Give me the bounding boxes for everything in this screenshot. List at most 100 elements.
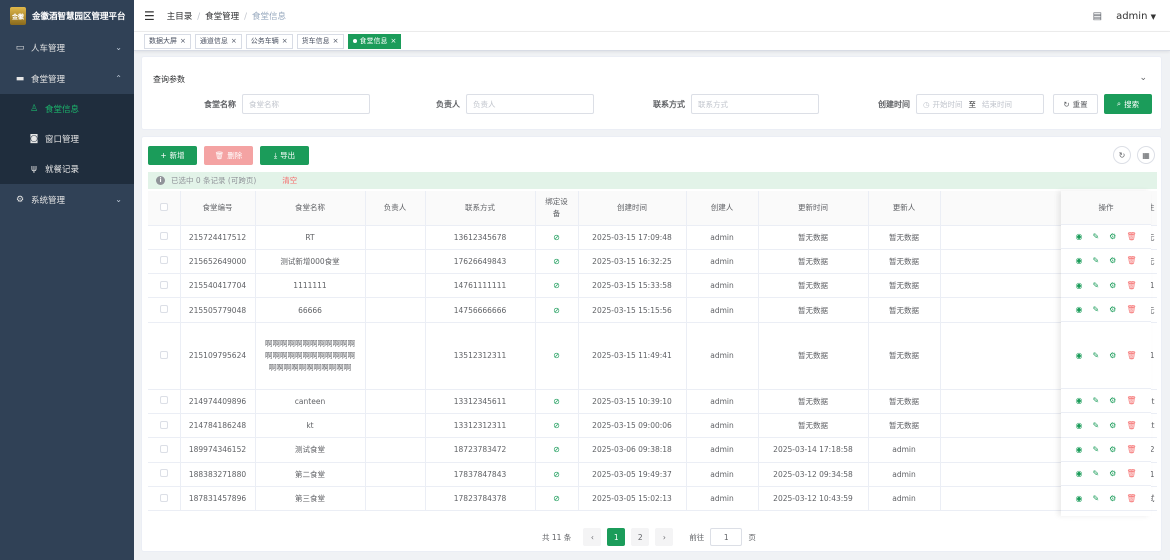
- link-icon[interactable]: ⊘: [553, 306, 560, 315]
- close-icon[interactable]: ×: [391, 37, 397, 45]
- sidebar-item-people-vehicle[interactable]: ▭ 人车管理 ⌄: [0, 32, 134, 63]
- eye-icon[interactable]: ◉: [1075, 232, 1082, 241]
- settings-icon[interactable]: ⚙: [1109, 396, 1116, 405]
- trash-icon[interactable]: 🗑: [1126, 351, 1136, 360]
- clear-selection-link[interactable]: 清空: [282, 175, 297, 186]
- chevron-down-icon[interactable]: ⌄: [1139, 73, 1147, 83]
- edit-icon[interactable]: ✎: [1092, 256, 1099, 265]
- row-checkbox[interactable]: [159, 350, 168, 359]
- tag-truck[interactable]: 货车信息 ×: [296, 33, 344, 49]
- trash-icon[interactable]: 🗑: [1126, 494, 1136, 503]
- row-checkbox[interactable]: [159, 469, 168, 478]
- close-icon[interactable]: ×: [231, 37, 237, 45]
- close-icon[interactable]: ×: [180, 37, 186, 45]
- eye-icon[interactable]: ◉: [1075, 351, 1082, 360]
- row-checkbox[interactable]: [159, 280, 168, 289]
- breadcrumb-canteen[interactable]: 食堂管理: [205, 12, 239, 22]
- settings-icon[interactable]: ⚙: [1109, 256, 1116, 265]
- row-checkbox[interactable]: [159, 420, 168, 429]
- sidebar-item-dining-record[interactable]: ψ 就餐记录: [0, 154, 134, 184]
- trash-icon[interactable]: 🗑: [1126, 421, 1136, 430]
- settings-icon[interactable]: ⚙: [1109, 421, 1116, 430]
- eye-icon[interactable]: ◉: [1075, 256, 1082, 265]
- edit-icon[interactable]: ✎: [1092, 421, 1099, 430]
- page-1-button[interactable]: 1: [607, 528, 626, 546]
- tag-canteen-info[interactable]: 食堂信息 ×: [347, 33, 402, 49]
- link-icon[interactable]: ⊘: [553, 281, 560, 290]
- eye-icon[interactable]: ◉: [1075, 281, 1082, 290]
- delete-button[interactable]: 🗑 删除: [204, 146, 253, 165]
- sidebar-item-window[interactable]: ◙ 窗口管理: [0, 124, 134, 154]
- trash-icon[interactable]: 🗑: [1126, 469, 1136, 478]
- row-checkbox[interactable]: [159, 493, 168, 502]
- row-checkbox[interactable]: [159, 305, 168, 314]
- refresh-table-button[interactable]: ↻: [1113, 146, 1131, 164]
- tag-official-vehicle[interactable]: 公务车辆 ×: [245, 33, 293, 49]
- link-icon[interactable]: ⊘: [553, 445, 560, 454]
- date-range-input[interactable]: ◷ 开始时间 至 结束时间: [916, 94, 1044, 114]
- link-icon[interactable]: ⊘: [553, 470, 560, 479]
- settings-icon[interactable]: ⚙: [1109, 494, 1116, 503]
- settings-icon[interactable]: ⚙: [1109, 351, 1116, 360]
- trash-icon[interactable]: 🗑: [1126, 281, 1136, 290]
- export-button[interactable]: ⤓ 导出: [260, 146, 309, 165]
- settings-icon[interactable]: ⚙: [1109, 232, 1116, 241]
- add-button[interactable]: + 新增: [148, 146, 197, 165]
- row-checkbox[interactable]: [159, 444, 168, 453]
- settings-icon[interactable]: ⚙: [1109, 445, 1116, 454]
- link-icon[interactable]: ⊘: [553, 397, 560, 406]
- row-checkbox[interactable]: [159, 232, 168, 241]
- tag-channel[interactable]: 通道信息 ×: [194, 33, 242, 49]
- prev-page-button[interactable]: ‹: [583, 528, 602, 546]
- edit-icon[interactable]: ✎: [1092, 469, 1099, 478]
- page-2-button[interactable]: 2: [631, 528, 650, 546]
- reset-button[interactable]: ↻ 重置: [1053, 94, 1098, 114]
- row-checkbox[interactable]: [159, 256, 168, 265]
- user-menu[interactable]: admin ▼: [1116, 11, 1156, 22]
- edit-icon[interactable]: ✎: [1092, 445, 1099, 454]
- owner-input[interactable]: 负责人: [466, 94, 594, 114]
- settings-icon[interactable]: ⚙: [1109, 469, 1116, 478]
- edit-icon[interactable]: ✎: [1092, 396, 1099, 405]
- close-icon[interactable]: ×: [282, 37, 288, 45]
- link-icon[interactable]: ⊘: [553, 421, 560, 430]
- sidebar-item-canteen[interactable]: ▬ 食堂管理 ⌃: [0, 63, 134, 94]
- trash-icon[interactable]: 🗑: [1126, 305, 1136, 314]
- trash-icon[interactable]: 🗑: [1126, 396, 1136, 405]
- columns-button[interactable]: ▦: [1137, 146, 1155, 164]
- link-icon[interactable]: ⊘: [553, 233, 560, 242]
- eye-icon[interactable]: ◉: [1075, 421, 1082, 430]
- goto-page-input[interactable]: 1: [710, 528, 743, 546]
- settings-icon[interactable]: ⚙: [1109, 305, 1116, 314]
- tag-dashboard[interactable]: 数据大屏 ×: [144, 33, 191, 49]
- sidebar-item-canteen-info[interactable]: ♙ 食堂信息: [0, 94, 134, 124]
- select-all-checkbox[interactable]: [159, 202, 168, 211]
- document-icon[interactable]: ▤: [1093, 11, 1102, 22]
- link-icon[interactable]: ⊘: [553, 494, 560, 503]
- row-checkbox[interactable]: [159, 396, 168, 405]
- trash-icon[interactable]: 🗑: [1126, 445, 1136, 454]
- eye-icon[interactable]: ◉: [1075, 396, 1082, 405]
- settings-icon[interactable]: ⚙: [1109, 281, 1116, 290]
- edit-icon[interactable]: ✎: [1092, 281, 1099, 290]
- search-button[interactable]: ⌕ 搜索: [1104, 94, 1152, 114]
- trash-icon[interactable]: 🗑: [1126, 232, 1136, 241]
- trash-icon[interactable]: 🗑: [1126, 256, 1136, 265]
- eye-icon[interactable]: ◉: [1075, 305, 1082, 314]
- eye-icon[interactable]: ◉: [1075, 494, 1082, 503]
- next-page-button[interactable]: ›: [655, 528, 674, 546]
- edit-icon[interactable]: ✎: [1092, 494, 1099, 503]
- eye-icon[interactable]: ◉: [1075, 469, 1082, 478]
- breadcrumb-home[interactable]: 主目录: [167, 12, 193, 22]
- canteen-name-input[interactable]: 食堂名称: [242, 94, 370, 114]
- edit-icon[interactable]: ✎: [1092, 305, 1099, 314]
- close-icon[interactable]: ×: [333, 37, 339, 45]
- sidebar-item-system[interactable]: ⚙ 系统管理 ⌄: [0, 184, 134, 215]
- edit-icon[interactable]: ✎: [1092, 351, 1099, 360]
- phone-input[interactable]: 联系方式: [691, 94, 819, 114]
- eye-icon[interactable]: ◉: [1075, 445, 1082, 454]
- edit-icon[interactable]: ✎: [1092, 232, 1099, 241]
- link-icon[interactable]: ⊘: [553, 351, 560, 360]
- link-icon[interactable]: ⊘: [553, 257, 560, 266]
- hamburger-icon[interactable]: ☰: [144, 9, 155, 23]
